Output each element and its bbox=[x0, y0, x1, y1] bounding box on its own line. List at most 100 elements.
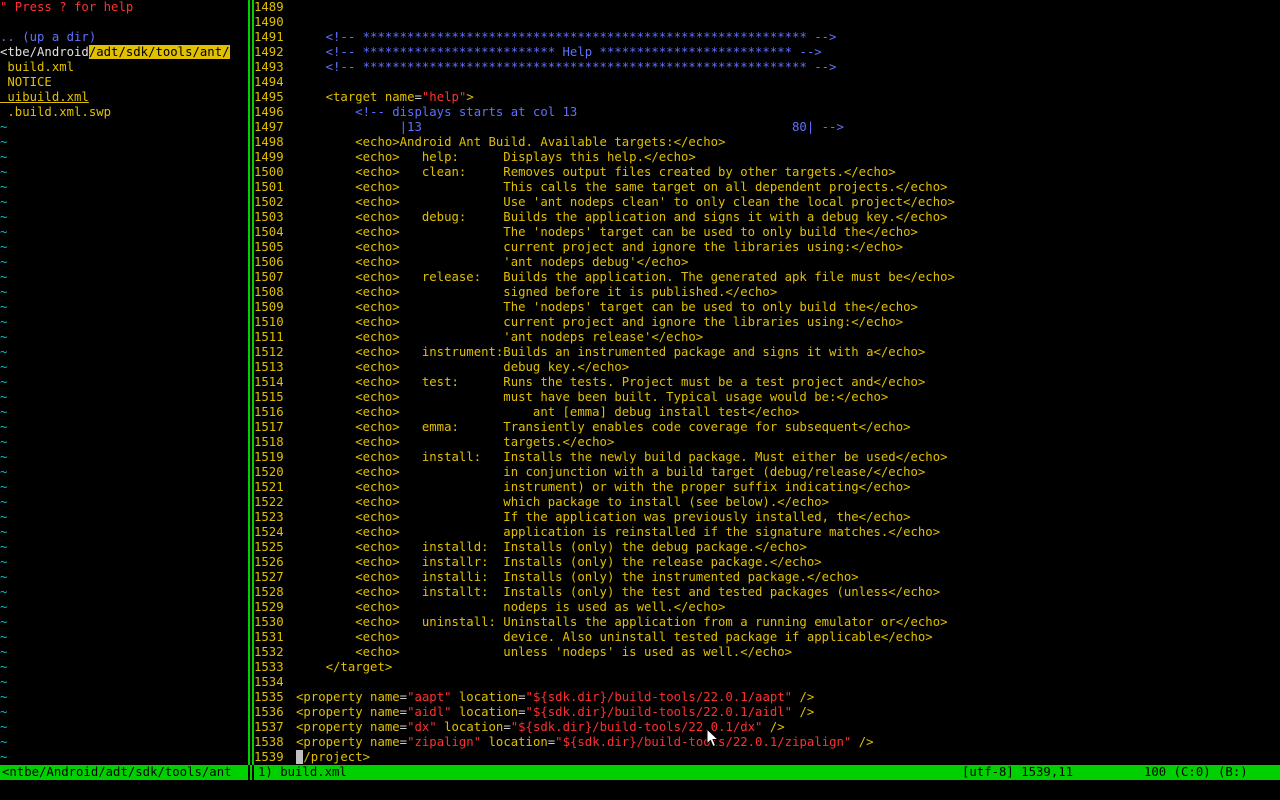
line-content: <echo> The 'nodeps' target can be used t… bbox=[355, 225, 918, 239]
code-line: 1532 <echo> unless 'nodeps' is used as w… bbox=[254, 645, 1280, 660]
tilde-line: ~ bbox=[0, 660, 8, 674]
line-content: <echo> installr: Installs (only) the rel… bbox=[355, 555, 822, 569]
tree-file-notice[interactable]: NOTICE bbox=[0, 75, 248, 90]
line-number: 1492 bbox=[254, 45, 284, 59]
line-number: 1521 bbox=[254, 480, 284, 494]
code-line: 1498 <echo>Android Ant Build. Available … bbox=[254, 135, 1280, 150]
line-number: 1496 bbox=[254, 105, 284, 119]
tilde-line: ~ bbox=[0, 240, 8, 254]
code-line: 1525 <echo> installd: Installs (only) th… bbox=[254, 540, 1280, 555]
line-number: 1537 bbox=[254, 720, 284, 734]
line-content: <echo> release: Builds the application. … bbox=[355, 270, 955, 284]
line-content: <echo> current project and ignore the li… bbox=[355, 240, 904, 254]
line-number: 1501 bbox=[254, 180, 284, 194]
code-line: 1501 <echo> This calls the same target o… bbox=[254, 180, 1280, 195]
code-line: 1535 <property name="aapt" location="${sd… bbox=[254, 690, 1280, 705]
current-path[interactable]: <tbe/Android/adt/sdk/tools/ant/ bbox=[0, 45, 248, 60]
line-number: 1533 bbox=[254, 660, 284, 674]
tilde-line: ~ bbox=[0, 750, 8, 764]
code-line: 1515 <echo> must have been built. Typica… bbox=[254, 390, 1280, 405]
line-number: 1509 bbox=[254, 300, 284, 314]
line-number: 1503 bbox=[254, 210, 284, 224]
tilde-line: ~ bbox=[0, 720, 8, 734]
line-content: <echo> test: Runs the tests. Project mus… bbox=[355, 375, 926, 389]
code-line: 1527 <echo> installi: Installs (only) th… bbox=[254, 570, 1280, 585]
line-content: <echo> unless 'nodeps' is used as well.<… bbox=[355, 645, 793, 659]
status-divider bbox=[248, 765, 254, 780]
line-number: 1519 bbox=[254, 450, 284, 464]
line-number: 1494 bbox=[254, 75, 284, 89]
code-line: 1520 <echo> in conjunction with a build … bbox=[254, 465, 1280, 480]
line-content: <echo> Use 'ant nodeps clean' to only cl… bbox=[355, 195, 955, 209]
tree-file-uibuild-xml[interactable]: uibuild.xml bbox=[0, 90, 248, 105]
up-dir-link[interactable]: .. (up a dir) bbox=[0, 30, 248, 45]
line-number: 1502 bbox=[254, 195, 284, 209]
line-content: <echo> signed before it is published.</e… bbox=[355, 285, 778, 299]
line-number: 1491 bbox=[254, 30, 284, 44]
tilde-line: ~ bbox=[0, 630, 8, 644]
code-line: 1522 <echo> which package to install (se… bbox=[254, 495, 1280, 510]
line-number: 1534 bbox=[254, 675, 284, 689]
tilde-filler: ~ ~ ~ ~ ~ ~ ~ ~ ~ ~ ~ ~ ~ ~ ~ ~ ~ ~ ~ ~ ~ ~ ~ ~ ~ ~ ~ ~ ~ ~ ~ ~ ~ ~ ~ ~ ~ ~ ~ ~… bbox=[0, 120, 248, 765]
line-content: |13 80| --> bbox=[296, 120, 844, 134]
line-number: 1490 bbox=[254, 15, 284, 29]
line-number: 1539 bbox=[254, 750, 284, 764]
line-number: 1500 bbox=[254, 165, 284, 179]
tilde-line: ~ bbox=[0, 540, 8, 554]
tilde-line: ~ bbox=[0, 330, 8, 344]
line-content: <echo> emma: Transiently enables code co… bbox=[355, 420, 911, 434]
line-number: 1498 bbox=[254, 135, 284, 149]
line-content: <echo> current project and ignore the li… bbox=[355, 315, 904, 329]
tree-file-build-xml-swp[interactable]: .build.xml.swp bbox=[0, 105, 248, 120]
editor-pane[interactable]: 1489 1490 1491 <!-- **********************… bbox=[254, 0, 1280, 765]
line-content: <echo> The 'nodeps' target can be used t… bbox=[355, 300, 918, 314]
nerdtree-pane[interactable]: " Press ? for help .. (up a dir) <tbe/An… bbox=[0, 0, 248, 765]
line-number: 1506 bbox=[254, 255, 284, 269]
line-content: <echo> If the application was previously… bbox=[355, 510, 911, 524]
line-content: <echo> application is reinstalled if the… bbox=[355, 525, 941, 539]
line-content: <property name="zipalign" location="${sd… bbox=[296, 735, 874, 749]
line-content: <!-- displays starts at col 13 bbox=[355, 105, 578, 119]
line-number: 1513 bbox=[254, 360, 284, 374]
code-line: 1502 <echo> Use 'ant nodeps clean' to on… bbox=[254, 195, 1280, 210]
line-number: 1499 bbox=[254, 150, 284, 164]
line-content: <echo> ant [emma] debug install test</ec… bbox=[355, 405, 800, 419]
line-content: <echo> uninstall: Uninstalls the applica… bbox=[355, 615, 948, 629]
line-number: 1489 bbox=[254, 0, 284, 14]
tilde-line: ~ bbox=[0, 165, 8, 179]
code-line: 1507 <echo> release: Builds the applicat… bbox=[254, 270, 1280, 285]
path-highlight: /adt/sdk/tools/ant/ bbox=[88, 45, 230, 59]
code-line: 1538 <property name="zipalign" location="… bbox=[254, 735, 1280, 750]
line-content: <echo> This calls the same target on all… bbox=[355, 180, 948, 194]
tilde-line: ~ bbox=[0, 195, 8, 209]
tilde-line: ~ bbox=[0, 645, 8, 659]
code-line: 1499 <echo> help: Displays this help.</e… bbox=[254, 150, 1280, 165]
help-hint: " Press ? for help bbox=[0, 0, 134, 14]
line-number: 1504 bbox=[254, 225, 284, 239]
code-line: 1536 <property name="aidl" location="${sd… bbox=[254, 705, 1280, 720]
line-content: <property name="aapt" location="${sdk.di… bbox=[296, 690, 815, 704]
code-line: 1513 <echo> debug key.</echo> bbox=[254, 360, 1280, 375]
tilde-line: ~ bbox=[0, 480, 8, 494]
line-number: 1520 bbox=[254, 465, 284, 479]
line-content: <property name="aidl" location="${sdk.di… bbox=[296, 705, 815, 719]
tilde-line: ~ bbox=[0, 285, 8, 299]
line-number: 1497 bbox=[254, 120, 284, 134]
tilde-line: ~ bbox=[0, 570, 8, 584]
tree-file-build-xml[interactable]: build.xml bbox=[0, 60, 248, 75]
line-number: 1524 bbox=[254, 525, 284, 539]
code-line: 1521 <echo> instrument) or with the prop… bbox=[254, 480, 1280, 495]
line-content: <target name="help"> bbox=[325, 90, 474, 104]
code-line: 1506 <echo> 'ant nodeps debug'</echo> bbox=[254, 255, 1280, 270]
tilde-line: ~ bbox=[0, 555, 8, 569]
line-content: <!-- ***********************************… bbox=[325, 60, 837, 74]
line-number: 1493 bbox=[254, 60, 284, 74]
status-filename: 1) build.xml bbox=[258, 765, 347, 779]
tilde-line: ~ bbox=[0, 255, 8, 269]
tilde-line: ~ bbox=[0, 420, 8, 434]
line-number: 1515 bbox=[254, 390, 284, 404]
line-content: <echo>Android Ant Build. Available targe… bbox=[355, 135, 726, 149]
tilde-line: ~ bbox=[0, 120, 8, 134]
code-line: 1524 <echo> application is reinstalled i… bbox=[254, 525, 1280, 540]
tilde-line: ~ bbox=[0, 705, 8, 719]
